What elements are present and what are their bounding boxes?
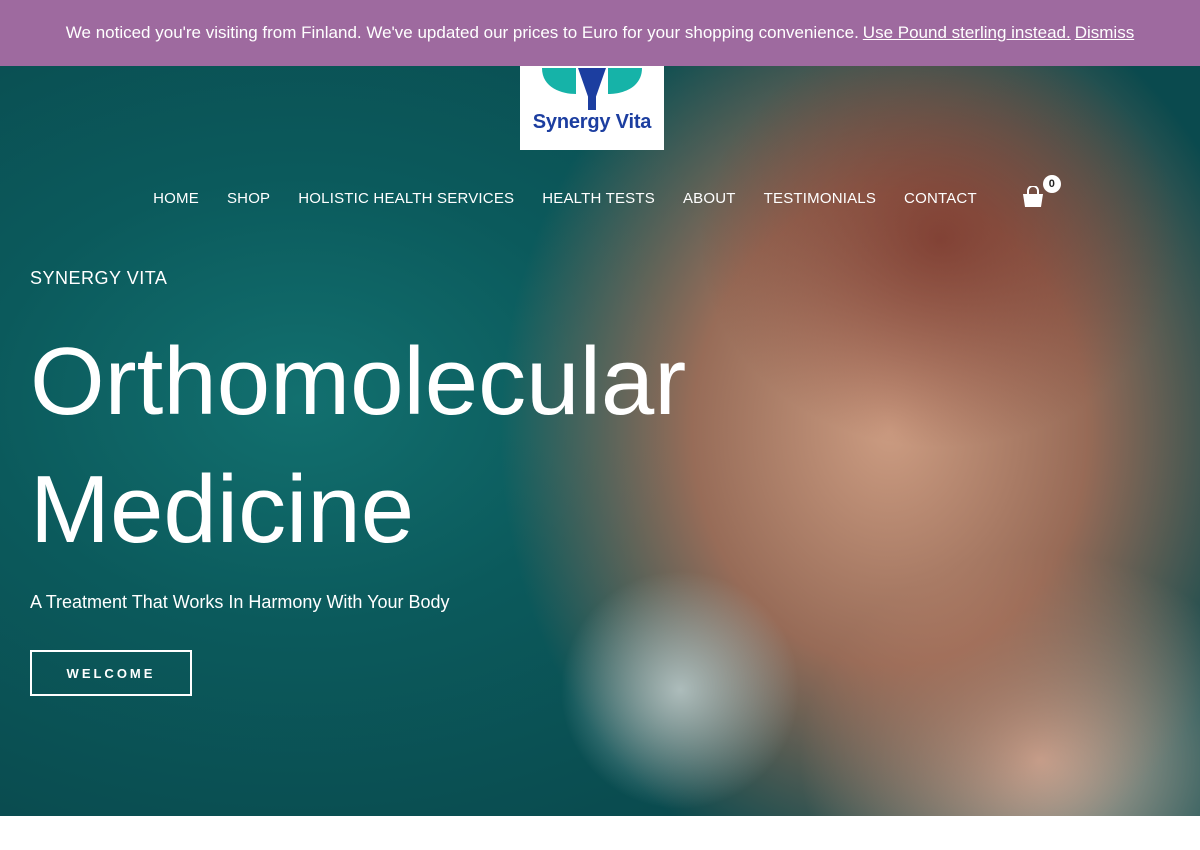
main-nav: HOME SHOP HOLISTIC HEALTH SERVICES HEALT…	[0, 175, 1200, 210]
hero-headline: Orthomolecular Medicine	[30, 318, 830, 574]
currency-switch-link[interactable]: Use Pound sterling instead.	[863, 23, 1071, 43]
cart-icon	[1022, 185, 1043, 207]
notice-message: We noticed you're visiting from Finland.…	[65, 23, 859, 42]
hero-headline-line2: Medicine	[30, 456, 415, 563]
cart-count-badge: 0	[1042, 175, 1061, 193]
logo-mark-icon	[542, 68, 642, 110]
hero-kicker: SYNERGY VITA	[30, 268, 168, 288]
nav-about[interactable]: ABOUT	[683, 190, 736, 207]
nav-testimonials[interactable]: TESTIMONIALS	[764, 190, 876, 207]
nav-contact[interactable]: CONTACT	[904, 190, 977, 207]
nav-health-tests[interactable]: HEALTH TESTS	[542, 190, 655, 207]
currency-notice-bar: We noticed you're visiting from Finland.…	[0, 0, 1200, 66]
logo-text: Synergy Vita	[532, 111, 652, 133]
nav-shop[interactable]: SHOP	[227, 190, 270, 207]
hero-headline-line1: Orthomolecular	[30, 328, 687, 435]
dismiss-link[interactable]: Dismiss	[1075, 23, 1135, 43]
cart-button[interactable]: 0	[1021, 175, 1061, 210]
hero-tagline: A Treatment That Works In Harmony With Y…	[30, 592, 450, 612]
hero-photo-sweater	[540, 560, 820, 816]
nav-home[interactable]: HOME	[153, 190, 199, 207]
welcome-button[interactable]: WELCOME	[30, 650, 192, 696]
nav-holistic-health-services[interactable]: HOLISTIC HEALTH SERVICES	[298, 190, 514, 207]
